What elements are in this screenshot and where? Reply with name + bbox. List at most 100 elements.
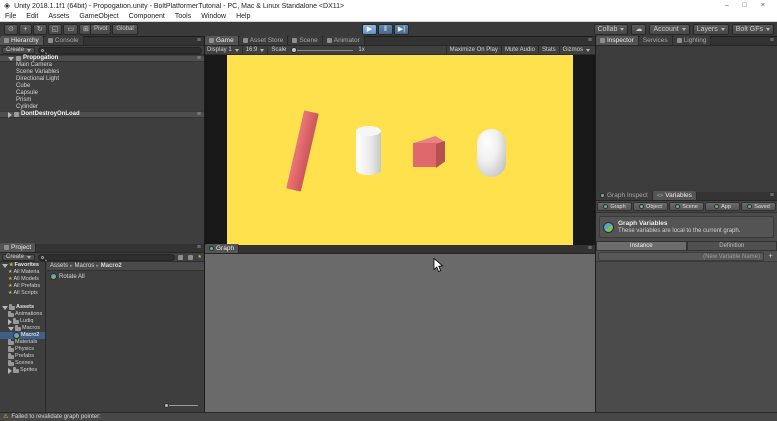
folder-macros[interactable]: Macros bbox=[0, 325, 45, 332]
tab-asset-store[interactable]: Asset Store bbox=[239, 36, 289, 45]
layers-dropdown[interactable]: Layers bbox=[693, 24, 729, 35]
pivot-button[interactable]: Pivot bbox=[90, 24, 111, 35]
aspect-dropdown[interactable]: 16:9 bbox=[246, 47, 265, 53]
rotate-tool-icon[interactable]: ↻ bbox=[33, 24, 47, 35]
hand-tool-icon[interactable]: ⊙ bbox=[4, 24, 18, 35]
object-variables-button[interactable]: Object bbox=[633, 202, 668, 211]
gizmos-dropdown[interactable]: Gizmos bbox=[559, 46, 593, 55]
tab-graph-inspector[interactable]: Graph Inspect bbox=[596, 191, 653, 200]
menu-gameobject[interactable]: GameObject bbox=[79, 13, 118, 20]
hierarchy-item-directional-light[interactable]: Directional Light bbox=[0, 76, 204, 83]
hierarchy-item-cylinder[interactable]: Cylinder bbox=[0, 104, 204, 111]
status-bar[interactable]: ⚠ Failed to revalidate graph pointer: bbox=[0, 412, 777, 421]
project-create-button[interactable]: Create bbox=[2, 254, 35, 261]
scale-slider[interactable] bbox=[291, 50, 353, 51]
layout-dropdown[interactable]: Bolt GFs bbox=[732, 24, 774, 35]
project-search-input[interactable] bbox=[38, 254, 175, 261]
app-variables-button[interactable]: App bbox=[705, 202, 740, 211]
favorite-all-scripts[interactable]: ★All Scripts bbox=[0, 290, 45, 297]
graph-canvas[interactable] bbox=[205, 254, 595, 412]
breadcrumb-macros[interactable]: Macros bbox=[75, 263, 95, 269]
panel-menu-icon[interactable]: ≡ bbox=[588, 244, 595, 253]
foldout-open-icon[interactable] bbox=[2, 306, 8, 310]
tab-services[interactable]: Services bbox=[639, 36, 673, 45]
add-variable-button[interactable]: + bbox=[764, 253, 777, 260]
collab-button[interactable]: Collab bbox=[594, 24, 629, 35]
tab-hierarchy[interactable]: Hierarchy bbox=[0, 36, 44, 45]
favorites-header[interactable]: ★Favorites bbox=[0, 262, 45, 269]
folder-animations[interactable]: Animations bbox=[0, 311, 45, 318]
panel-menu-icon[interactable]: ≡ bbox=[588, 36, 595, 45]
menu-edit[interactable]: Edit bbox=[26, 13, 38, 20]
scale-slider-thumb[interactable] bbox=[291, 47, 297, 53]
display-dropdown[interactable]: Display 1 bbox=[207, 47, 239, 53]
subtab-definition[interactable]: Definition bbox=[687, 241, 777, 251]
menu-window[interactable]: Window bbox=[201, 13, 226, 20]
folder-scenes[interactable]: Scenes bbox=[0, 360, 45, 367]
graph-variables-button[interactable]: Graph bbox=[597, 202, 632, 211]
asset-rotate-all[interactable]: Rotate All bbox=[47, 271, 204, 282]
scene-row-propogation[interactable]: Propogation≡ bbox=[0, 55, 204, 62]
scene-menu-icon[interactable]: ≡ bbox=[197, 54, 204, 63]
foldout-closed-icon[interactable] bbox=[8, 112, 12, 118]
tab-console[interactable]: Console bbox=[44, 36, 84, 45]
menu-file[interactable]: File bbox=[5, 13, 16, 20]
assets-root[interactable]: Assets bbox=[0, 304, 45, 311]
pause-button[interactable]: ‖ bbox=[378, 24, 393, 35]
hierarchy-create-button[interactable]: Create bbox=[2, 47, 35, 54]
scene-row-dontdestroyonload[interactable]: DontDestroyOnLoad≡ bbox=[0, 111, 204, 118]
hierarchy-item-capsule[interactable]: Capsule bbox=[0, 90, 204, 97]
minimize-button[interactable]: – bbox=[725, 1, 729, 11]
tab-graph[interactable]: Graph bbox=[205, 244, 239, 253]
slider-knob[interactable] bbox=[164, 403, 169, 408]
foldout-closed-icon[interactable] bbox=[8, 368, 12, 374]
maximize-button[interactable]: □ bbox=[743, 1, 747, 11]
favorite-all-materials[interactable]: ★All Materia bbox=[0, 269, 45, 276]
stats-toggle[interactable]: Stats bbox=[538, 46, 559, 55]
breadcrumb-macro2[interactable]: Macro2 bbox=[101, 263, 122, 269]
step-button[interactable]: ▶| bbox=[394, 24, 409, 35]
hierarchy-item-main-camera[interactable]: Main Camera bbox=[0, 62, 204, 69]
scene-variables-button[interactable]: Scene bbox=[669, 202, 704, 211]
move-tool-icon[interactable]: + bbox=[19, 24, 32, 35]
folder-sprites[interactable]: Sprites bbox=[0, 367, 45, 374]
hierarchy-item-cube[interactable]: Cube bbox=[0, 83, 204, 90]
menu-assets[interactable]: Assets bbox=[48, 13, 69, 20]
tab-animator[interactable]: Animator bbox=[323, 36, 365, 45]
folder-materials[interactable]: Materials bbox=[0, 339, 45, 346]
panel-menu-icon[interactable]: ≡ bbox=[770, 36, 777, 45]
foldout-open-icon[interactable] bbox=[8, 327, 14, 331]
subtab-instance[interactable]: Instance bbox=[596, 241, 687, 251]
asset-macro2-selected[interactable]: Macro2 bbox=[0, 332, 45, 339]
cloud-icon[interactable]: ☁ bbox=[631, 24, 646, 35]
tab-scene[interactable]: Scene bbox=[288, 36, 322, 45]
breadcrumb-assets[interactable]: Assets bbox=[50, 263, 68, 269]
saved-variables-button[interactable]: Saved bbox=[741, 202, 776, 211]
favorite-all-models[interactable]: ★All Models bbox=[0, 276, 45, 283]
folder-prefabs[interactable]: Prefabs bbox=[0, 353, 45, 360]
thumbnail-size-slider[interactable] bbox=[164, 403, 198, 408]
menu-component[interactable]: Component bbox=[129, 13, 165, 20]
scene-menu-icon[interactable]: ≡ bbox=[197, 110, 204, 119]
folder-physics[interactable]: Physics bbox=[0, 346, 45, 353]
maximize-on-play-toggle[interactable]: Maximize On Play bbox=[446, 46, 501, 55]
account-dropdown[interactable]: Account bbox=[649, 24, 689, 35]
hierarchy-search-input[interactable] bbox=[38, 47, 202, 54]
menu-help[interactable]: Help bbox=[236, 13, 250, 20]
panel-menu-icon[interactable]: ≡ bbox=[197, 36, 204, 45]
game-viewport[interactable] bbox=[205, 55, 595, 245]
search-by-type-icon[interactable] bbox=[178, 255, 183, 260]
foldout-open-icon[interactable] bbox=[8, 57, 14, 61]
scale-tool-icon[interactable]: ◱ bbox=[48, 24, 63, 35]
new-variable-input[interactable]: (New Variable Name) bbox=[598, 252, 764, 261]
foldout-closed-icon[interactable] bbox=[8, 319, 12, 325]
favorite-all-prefabs[interactable]: ★All Prefabs bbox=[0, 283, 45, 290]
hierarchy-item-scene-variables[interactable]: Scene Variables bbox=[0, 69, 204, 76]
panel-menu-icon[interactable]: ≡ bbox=[197, 243, 204, 252]
tab-game[interactable]: Game bbox=[205, 36, 239, 45]
tab-inspector[interactable]: Inspector bbox=[596, 36, 639, 45]
folder-ludiq[interactable]: Ludiq bbox=[0, 318, 45, 325]
favorite-search-icon[interactable]: ★ bbox=[198, 255, 202, 260]
mute-audio-toggle[interactable]: Mute Audio bbox=[501, 46, 538, 55]
tab-lighting[interactable]: Lighting bbox=[673, 36, 712, 45]
